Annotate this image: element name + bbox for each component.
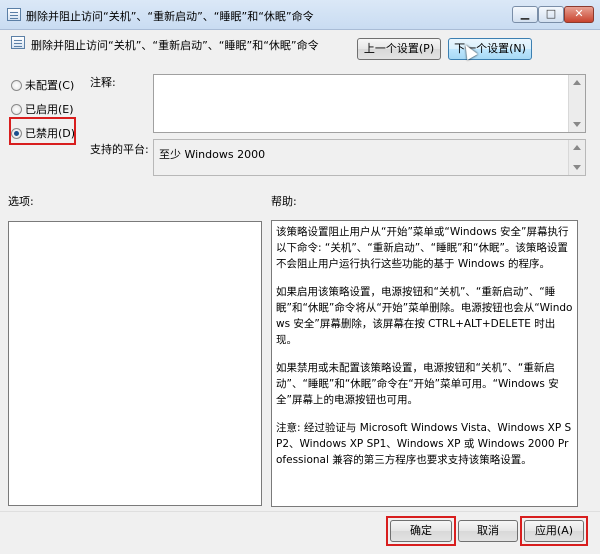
radio-circle-icon bbox=[11, 104, 22, 115]
policy-setting-icon bbox=[11, 36, 25, 49]
radio-enabled[interactable]: 已启用(E) bbox=[11, 101, 74, 117]
scroll-up-icon[interactable] bbox=[573, 145, 581, 150]
radio-label: 已启用(E) bbox=[25, 103, 74, 116]
comment-scrollbar[interactable] bbox=[568, 75, 585, 132]
policy-dialog: 删除并阻止访问“关机”、“重新启动”、“睡眠”和“休眠”命令 ▁ □ ✕ 删除并… bbox=[0, 0, 600, 554]
policy-name: 删除并阻止访问“关机”、“重新启动”、“睡眠”和“休眠”命令 bbox=[31, 39, 319, 52]
help-paragraph: 如果启用该策略设置，电源按钮和“关机”、“重新启动”、“睡眠”和“休眠”命令将从… bbox=[276, 286, 573, 346]
close-button[interactable]: ✕ bbox=[564, 6, 594, 23]
footer-divider bbox=[0, 511, 600, 512]
platform-field: 至少 Windows 2000 bbox=[153, 139, 586, 176]
comment-field[interactable] bbox=[153, 74, 586, 133]
help-paragraph: 注意: 经过验证与 Microsoft Windows Vista、Window… bbox=[276, 422, 572, 466]
scroll-up-icon[interactable] bbox=[573, 80, 581, 85]
platform-value: 至少 Windows 2000 bbox=[159, 148, 266, 161]
help-paragraph: 该策略设置阻止用户从“开始”菜单或“Windows 安全”屏幕执行以下命令: “… bbox=[276, 226, 569, 270]
help-label: 帮助: bbox=[271, 195, 297, 208]
scroll-down-icon[interactable] bbox=[573, 165, 581, 170]
options-label: 选项: bbox=[8, 195, 34, 208]
maximize-button[interactable]: □ bbox=[538, 6, 564, 23]
scroll-down-icon[interactable] bbox=[573, 122, 581, 127]
comment-label: 注释: bbox=[90, 76, 116, 89]
cancel-button[interactable]: 取消 bbox=[458, 520, 518, 542]
options-panel bbox=[8, 221, 262, 506]
help-paragraph: 如果禁用或未配置该策略设置，电源按钮和“关机”、“重新启动”、“睡眠”和“休眠”… bbox=[276, 362, 559, 406]
minimize-button[interactable]: ▁ bbox=[512, 6, 538, 23]
platform-scrollbar[interactable] bbox=[568, 140, 585, 175]
title-bar[interactable]: 删除并阻止访问“关机”、“重新启动”、“睡眠”和“休眠”命令 ▁ □ ✕ bbox=[0, 0, 600, 30]
highlight-frame-apply bbox=[520, 516, 588, 546]
radio-circle-icon bbox=[11, 80, 22, 91]
radio-label: 未配置(C) bbox=[25, 79, 75, 92]
policy-icon bbox=[7, 8, 21, 21]
radio-not-configured[interactable]: 未配置(C) bbox=[11, 77, 74, 93]
platform-label: 支持的平台: bbox=[90, 143, 149, 156]
highlight-frame-disabled bbox=[9, 117, 76, 145]
previous-setting-button[interactable]: 上一个设置(P) bbox=[357, 38, 441, 60]
highlight-frame-ok bbox=[386, 516, 456, 546]
help-text-panel[interactable]: 该策略设置阻止用户从“开始”菜单或“Windows 安全”屏幕执行以下命令: “… bbox=[271, 220, 578, 507]
window-title: 删除并阻止访问“关机”、“重新启动”、“睡眠”和“休眠”命令 bbox=[26, 10, 314, 23]
